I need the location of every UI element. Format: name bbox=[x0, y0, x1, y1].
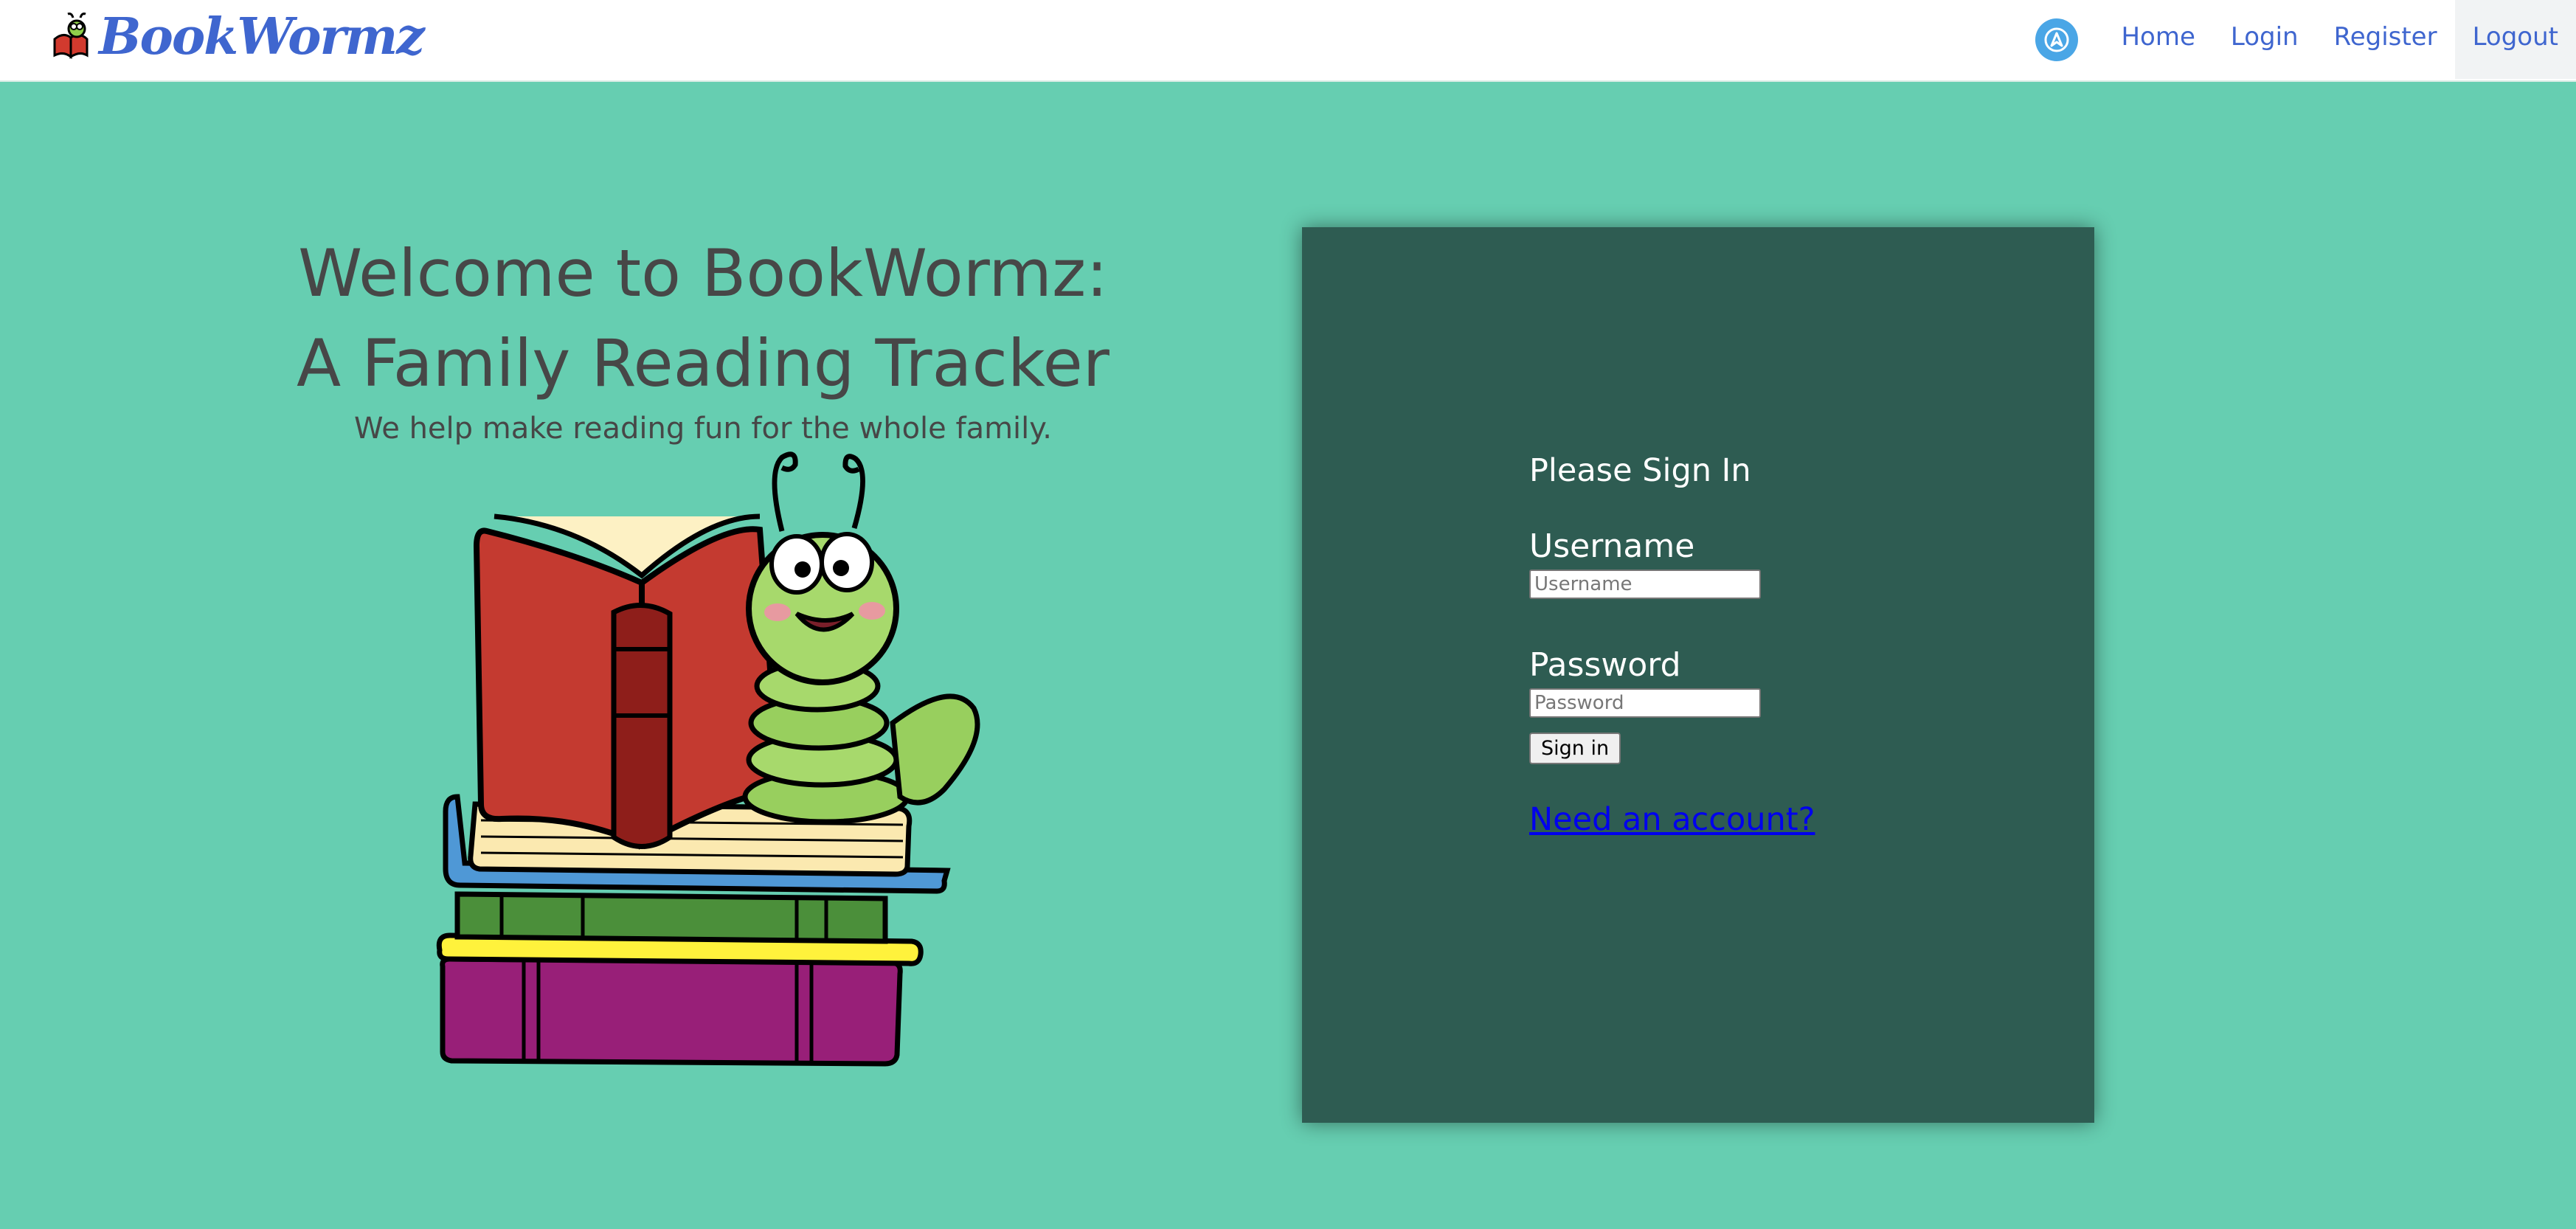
password-input[interactable] bbox=[1529, 688, 1761, 718]
signin-panel: Please Sign In Username Password Sign in… bbox=[1302, 227, 2094, 1123]
username-label: Username bbox=[1529, 527, 1695, 565]
nav-login[interactable]: Login bbox=[2213, 0, 2316, 79]
brand-name: BookWormz bbox=[99, 7, 425, 66]
signin-heading: Please Sign In bbox=[1529, 452, 1751, 489]
compass-arrow-icon bbox=[2044, 27, 2069, 52]
bookworm-reading-on-books-illustration bbox=[436, 451, 980, 1067]
nav-home[interactable]: Home bbox=[2103, 0, 2212, 79]
signin-form: Please Sign In Username Password Sign in… bbox=[1529, 452, 1815, 838]
need-account-link[interactable]: Need an account? bbox=[1529, 801, 1815, 838]
nav-register[interactable]: Register bbox=[2316, 0, 2455, 79]
password-label: Password bbox=[1529, 646, 1681, 684]
signin-button[interactable]: Sign in bbox=[1529, 733, 1621, 764]
hero-title-line1: Welcome to BookWormz: bbox=[298, 235, 1108, 311]
brand-home-link[interactable]: BookWormz bbox=[49, 7, 425, 66]
nav-logout[interactable]: Logout bbox=[2454, 0, 2576, 79]
hero-title-line2: A Family Reading Tracker bbox=[297, 325, 1109, 401]
username-input[interactable] bbox=[1529, 570, 1761, 599]
hero-title: Welcome to BookWormz: A Family Reading T… bbox=[0, 229, 1406, 409]
hero-subtitle: We help make reading fun for the whole f… bbox=[354, 412, 1052, 446]
field-spacer bbox=[1529, 599, 1815, 646]
bookworm-logo-icon bbox=[53, 13, 89, 60]
hero-section: Welcome to BookWormz: A Family Reading T… bbox=[0, 229, 1406, 446]
user-avatar-icon[interactable] bbox=[2035, 18, 2079, 61]
top-navbar: BookWormz Home Login Register Logout bbox=[0, 0, 2576, 82]
nav-links: Home Login Register Logout bbox=[2035, 0, 2576, 79]
